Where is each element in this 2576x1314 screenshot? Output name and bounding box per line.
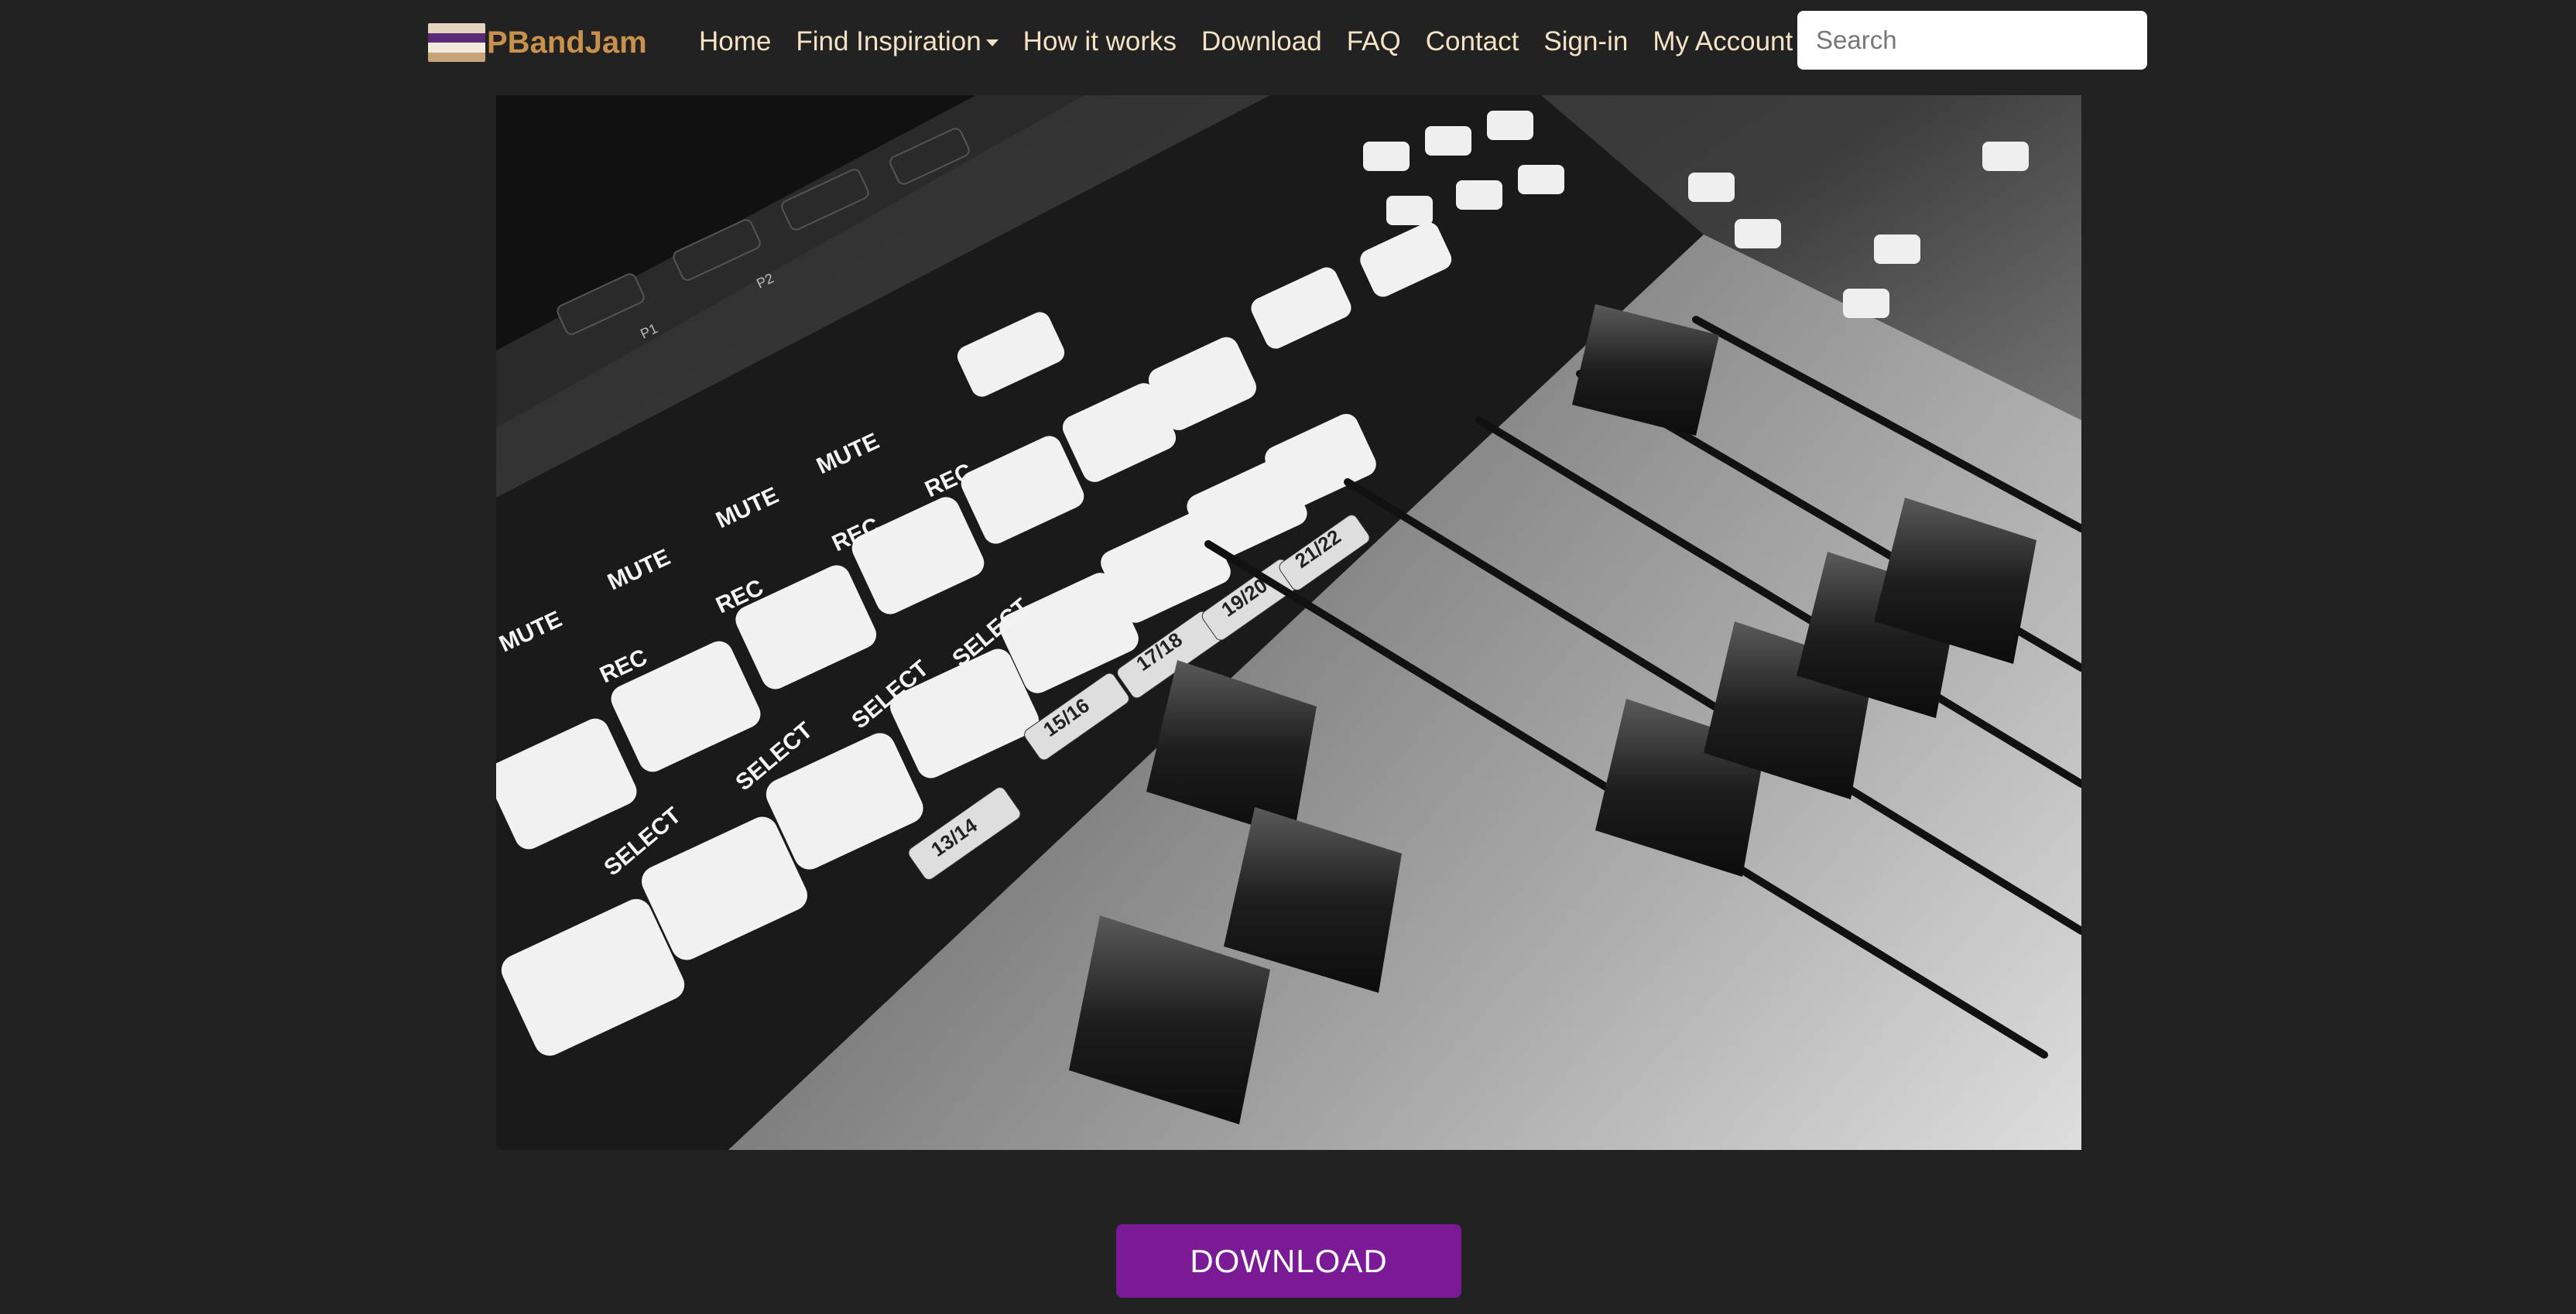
nav-my-account[interactable]: My Account [1653, 26, 1793, 57]
nav-contact[interactable]: Contact [1426, 26, 1519, 57]
nav-how-it-works[interactable]: How it works [1023, 26, 1177, 57]
nav-links: Home Find Inspiration How it works Downl… [699, 23, 1817, 60]
nav-find-inspiration[interactable]: Find Inspiration [796, 26, 999, 57]
nav-sign-in[interactable]: Sign-in [1543, 26, 1628, 57]
nav-home[interactable]: Home [699, 26, 771, 57]
brand-name: PBandJam [487, 25, 647, 60]
nav-find-inspiration-label: Find Inspiration [796, 26, 981, 56]
download-button[interactable]: DOWNLOAD [1116, 1224, 1461, 1298]
search-input[interactable] [1797, 11, 2147, 70]
nav-download[interactable]: Download [1201, 26, 1322, 57]
top-navbar: PBandJam Home Find Inspiration How it wo… [0, 0, 2576, 82]
hero-image-mixing-console: P1 P2 MUTE MUTE MUTE MUTE REC REC REC RE… [496, 95, 2081, 1150]
brand-link[interactable]: PBandJam [428, 22, 647, 63]
nav-faq[interactable]: FAQ [1347, 26, 1401, 57]
brand-logo-icon [428, 23, 485, 62]
caret-down-icon [985, 39, 999, 46]
